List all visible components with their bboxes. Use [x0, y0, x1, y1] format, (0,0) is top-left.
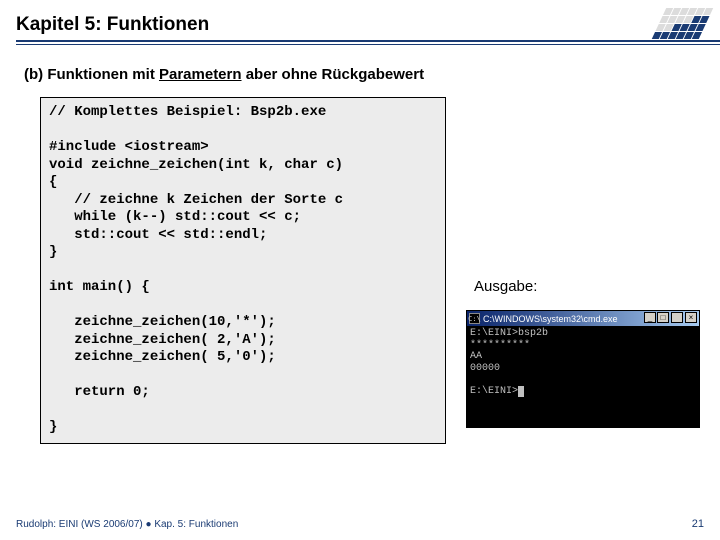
header-rule-2 [16, 44, 720, 45]
footer-text: Rudolph: EINI (WS 2006/07) ● Kap. 5: Fun… [16, 519, 238, 530]
cursor-icon: _ [518, 386, 524, 397]
subtitle-underlined: Parametern [159, 66, 242, 83]
console-cmd-icon: C:\ [469, 313, 480, 324]
console-output-text: E:\EINI>bsp2b ********** AA 00000 E:\EIN… [470, 328, 548, 397]
page-number: 21 [692, 518, 704, 530]
window-controls: _ □ × [644, 312, 697, 323]
controls-divider [671, 312, 683, 323]
maximize-button[interactable]: □ [657, 312, 669, 323]
console-output: E:\EINI>bsp2b ********** AA 00000 E:\EIN… [467, 326, 699, 427]
console-window: C:\ C:\WINDOWS\system32\cmd.exe _ □ × E:… [466, 310, 700, 428]
subtitle-prefix: (b) Funktionen mit [24, 66, 159, 83]
page-title: Kapitel 5: Funktionen [16, 14, 720, 42]
close-button[interactable]: × [685, 312, 697, 323]
console-titlebar: C:\ C:\WINDOWS\system32\cmd.exe _ □ × [467, 311, 699, 326]
console-title: C:\WINDOWS\system32\cmd.exe [483, 314, 618, 324]
output-label: Ausgabe: [474, 278, 537, 295]
minimize-button[interactable]: _ [644, 312, 656, 323]
header-rule-1 [16, 40, 720, 42]
subtitle-suffix: aber ohne Rückgabewert [242, 66, 425, 83]
code-block: // Komplettes Beispiel: Bsp2b.exe #inclu… [40, 97, 446, 444]
section-subtitle: (b) Funktionen mit Parametern aber ohne … [24, 66, 720, 83]
